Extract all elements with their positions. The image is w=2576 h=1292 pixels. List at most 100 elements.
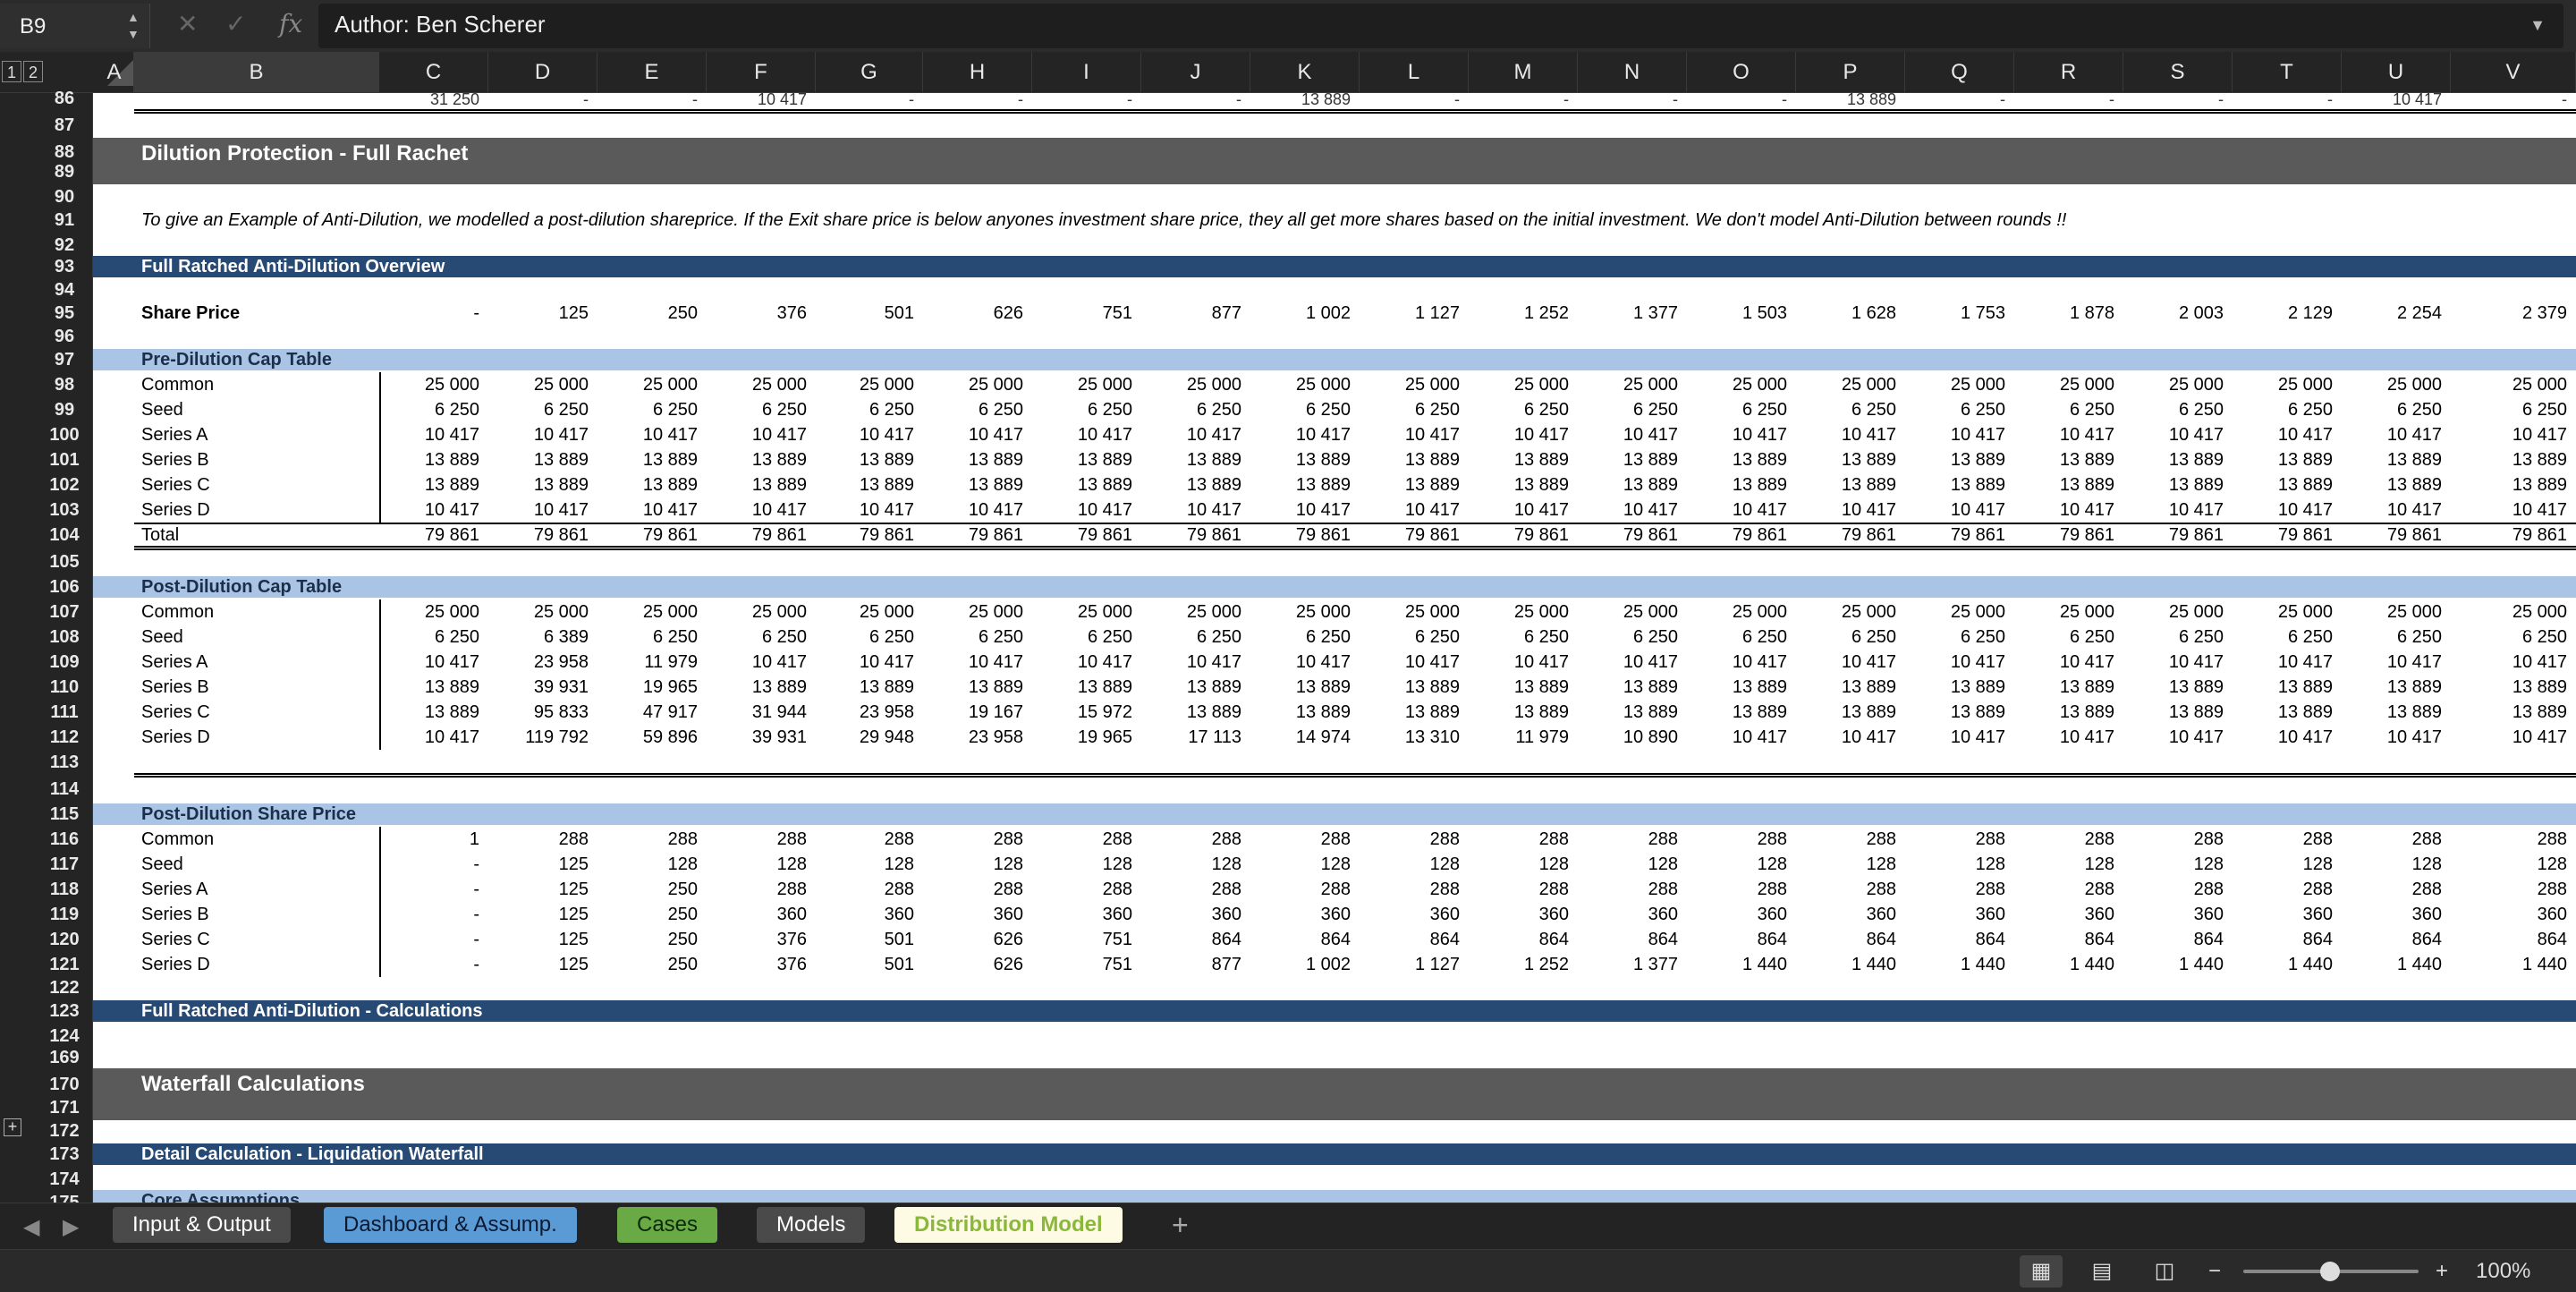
cancel-icon[interactable]: ✕	[177, 9, 198, 38]
column-header-j[interactable]: J	[1141, 52, 1250, 93]
prev-sheet-icon[interactable]: ◀	[23, 1214, 39, 1240]
pre-dilution-cell-s[interactable]: 10 417	[2123, 422, 2233, 447]
post-price-cell-f[interactable]: 360	[707, 902, 816, 927]
pre-dilution-cell-i[interactable]: 13 889	[1032, 472, 1141, 497]
post-dilution-cell-i[interactable]: 13 889	[1032, 675, 1141, 700]
pre-dilution-cell-u[interactable]: 13 889	[2342, 472, 2451, 497]
cell-86-v[interactable]: -	[2451, 93, 2576, 109]
post-price-cell-q[interactable]: 864	[1905, 927, 2014, 952]
post-dilution-cell-r[interactable]: 25 000	[2014, 599, 2123, 625]
pre-dilution-cell-v[interactable]: 13 889	[2451, 472, 2576, 497]
post-dilution-cell-f[interactable]: 31 944	[707, 700, 816, 725]
pre-dilution-cell-g[interactable]: 10 417	[816, 422, 923, 447]
pre-dilution-cell-i[interactable]: 25 000	[1032, 372, 1141, 397]
post-dilution-cell-p[interactable]: 13 889	[1796, 700, 1905, 725]
post-dilution-cell-k[interactable]: 6 250	[1250, 625, 1360, 650]
post-price-cell-k[interactable]: 360	[1250, 902, 1360, 927]
pre-dilution-cell-o[interactable]: 79 861	[1687, 523, 1796, 548]
cell-86-p[interactable]: 13 889	[1796, 93, 1905, 109]
outline-level-2[interactable]: 2	[23, 61, 43, 82]
post-price-cell-n[interactable]: 288	[1578, 877, 1687, 902]
post-dilution-cell-k[interactable]: 14 974	[1250, 725, 1360, 750]
row-header-113[interactable]: 113	[36, 752, 93, 773]
post-dilution-cell-m[interactable]: 10 417	[1469, 650, 1578, 675]
post-price-cell-c[interactable]: -	[379, 927, 488, 952]
post-price-cell-k[interactable]: 288	[1250, 827, 1360, 852]
post-dilution-cell-p[interactable]: 13 889	[1796, 675, 1905, 700]
pre-dilution-cell-p[interactable]: 13 889	[1796, 472, 1905, 497]
post-price-cell-r[interactable]: 128	[2014, 852, 2123, 877]
share-price-u[interactable]: 2 254	[2342, 301, 2451, 326]
pre-dilution-cell-l[interactable]: 79 861	[1360, 523, 1469, 548]
row-header-110[interactable]: 110	[36, 676, 93, 698]
post-dilution-cell-f[interactable]: 10 417	[707, 650, 816, 675]
post-dilution-cell-m[interactable]: 6 250	[1469, 625, 1578, 650]
post-dilution-cell-v[interactable]: 25 000	[2451, 599, 2576, 625]
row-header-108[interactable]: 108	[36, 626, 93, 648]
row-header-115[interactable]: 115	[36, 803, 93, 825]
post-dilution-cell-q[interactable]: 25 000	[1905, 599, 2014, 625]
cell-86-c[interactable]: 31 250	[379, 93, 488, 109]
post-price-cell-u[interactable]: 360	[2342, 902, 2451, 927]
post-price-cell-p[interactable]: 288	[1796, 877, 1905, 902]
column-header-u[interactable]: U	[2342, 52, 2451, 93]
row-header-101[interactable]: 101	[36, 449, 93, 471]
pre-dilution-cell-h[interactable]: 6 250	[923, 397, 1032, 422]
outline-levels[interactable]: 12	[2, 61, 45, 82]
post-price-cell-t[interactable]: 128	[2233, 852, 2342, 877]
post-price-cell-q[interactable]: 128	[1905, 852, 2014, 877]
column-header-n[interactable]: N	[1578, 52, 1687, 93]
post-price-cell-r[interactable]: 360	[2014, 902, 2123, 927]
pre-dilution-cell-g[interactable]: 13 889	[816, 447, 923, 472]
post-dilution-cell-c[interactable]: 25 000	[379, 599, 488, 625]
post-dilution-cell-n[interactable]: 13 889	[1578, 675, 1687, 700]
pre-dilution-cell-u[interactable]: 79 861	[2342, 523, 2451, 548]
post-price-cell-o[interactable]: 1 440	[1687, 952, 1796, 977]
pre-dilution-cell-g[interactable]: 25 000	[816, 372, 923, 397]
pre-dilution-cell-g[interactable]: 79 861	[816, 523, 923, 548]
expand-group-icon[interactable]: +	[4, 1118, 21, 1136]
post-price-cell-j[interactable]: 128	[1141, 852, 1250, 877]
share-price-g[interactable]: 501	[816, 301, 923, 326]
pre-dilution-cell-i[interactable]: 79 861	[1032, 523, 1141, 548]
pre-dilution-cell-m[interactable]: 10 417	[1469, 497, 1578, 523]
pre-dilution-cell-s[interactable]: 79 861	[2123, 523, 2233, 548]
post-dilution-cell-f[interactable]: 39 931	[707, 725, 816, 750]
pre-dilution-cell-j[interactable]: 10 417	[1141, 422, 1250, 447]
column-header-h[interactable]: H	[923, 52, 1032, 93]
post-price-cell-e[interactable]: 128	[597, 852, 707, 877]
post-dilution-cell-c[interactable]: 6 250	[379, 625, 488, 650]
post-dilution-cell-v[interactable]: 10 417	[2451, 650, 2576, 675]
cell-86-o[interactable]: -	[1687, 93, 1796, 109]
row-header-174[interactable]: 174	[36, 1169, 93, 1190]
pre-dilution-cell-q[interactable]: 10 417	[1905, 497, 2014, 523]
pre-dilution-cell-s[interactable]: 25 000	[2123, 372, 2233, 397]
post-price-cell-d[interactable]: 125	[488, 877, 597, 902]
pre-dilution-cell-c[interactable]: 13 889	[379, 447, 488, 472]
row-header-114[interactable]: 114	[36, 778, 93, 800]
post-price-cell-o[interactable]: 360	[1687, 902, 1796, 927]
post-price-cell-n[interactable]: 360	[1578, 902, 1687, 927]
pre-dilution-cell-s[interactable]: 13 889	[2123, 472, 2233, 497]
post-price-cell-s[interactable]: 128	[2123, 852, 2233, 877]
post-dilution-cell-s[interactable]: 6 250	[2123, 625, 2233, 650]
pre-dilution-cell-n[interactable]: 25 000	[1578, 372, 1687, 397]
pre-dilution-cell-p[interactable]: 79 861	[1796, 523, 1905, 548]
column-header-m[interactable]: M	[1469, 52, 1578, 93]
post-price-cell-l[interactable]: 288	[1360, 877, 1469, 902]
post-price-cell-s[interactable]: 360	[2123, 902, 2233, 927]
post-dilution-cell-s[interactable]: 13 889	[2123, 675, 2233, 700]
post-price-cell-v[interactable]: 360	[2451, 902, 2576, 927]
post-price-cell-r[interactable]: 1 440	[2014, 952, 2123, 977]
post-price-cell-d[interactable]: 125	[488, 852, 597, 877]
post-price-cell-u[interactable]: 864	[2342, 927, 2451, 952]
post-price-cell-m[interactable]: 1 252	[1469, 952, 1578, 977]
post-price-cell-s[interactable]: 864	[2123, 927, 2233, 952]
row-header-103[interactable]: 103	[36, 499, 93, 521]
post-dilution-cell-g[interactable]: 10 417	[816, 650, 923, 675]
cell-86-f[interactable]: 10 417	[707, 93, 816, 109]
row-header-109[interactable]: 109	[36, 651, 93, 673]
row-header-116[interactable]: 116	[36, 829, 93, 850]
pre-dilution-cell-j[interactable]: 25 000	[1141, 372, 1250, 397]
pre-dilution-cell-j[interactable]: 13 889	[1141, 472, 1250, 497]
